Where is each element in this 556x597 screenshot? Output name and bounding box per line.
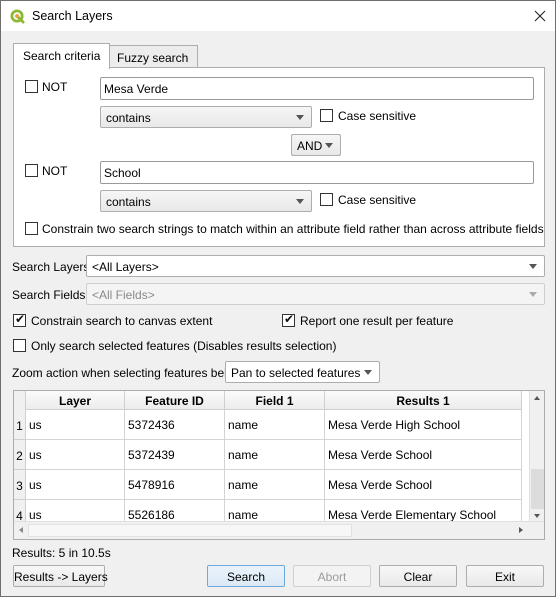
search-layers-value: <All Layers>: [92, 260, 159, 274]
results-table: Layer Feature ID Field 1 Results 1 1 us …: [13, 390, 545, 540]
clear-button[interactable]: Clear: [379, 565, 457, 587]
cell-result: Mesa Verde High School: [325, 410, 522, 440]
scroll-right-icon[interactable]: [519, 527, 523, 533]
column-header-results[interactable]: Results 1: [325, 391, 522, 410]
tab-search-criteria[interactable]: Search criteria: [13, 43, 111, 69]
search-criteria-panel: NOT Mesa Verde contains Case sensitive A…: [13, 67, 545, 247]
cell-feature-id: 5372436: [125, 410, 225, 440]
row-number: 1: [14, 410, 26, 440]
scroll-up-icon[interactable]: [534, 396, 540, 400]
table-header: Layer Feature ID Field 1 Results 1: [14, 391, 522, 410]
exit-button[interactable]: Exit: [466, 565, 544, 587]
not-label-2: NOT: [42, 164, 68, 178]
search-fields-select[interactable]: <All Fields>: [86, 283, 545, 305]
title-bar: Search Layers: [1, 1, 555, 31]
close-icon: [534, 10, 546, 22]
vertical-scrollbar[interactable]: [529, 391, 544, 521]
table-row[interactable]: 2 us 5372439 name Mesa Verde School: [14, 440, 522, 470]
search-button[interactable]: Search: [207, 565, 285, 587]
zoom-action-select[interactable]: Pan to selected features: [225, 361, 380, 383]
row-number: 2: [14, 440, 26, 470]
one-result-label: Report one result per feature: [300, 314, 454, 328]
cell-result: Mesa Verde School: [325, 470, 522, 500]
cell-layer: us: [26, 440, 125, 470]
selected-only-checkbox[interactable]: [13, 339, 26, 352]
selected-only-label: Only search selected features (Disables …: [31, 339, 337, 353]
close-button[interactable]: [525, 1, 555, 31]
search-string-2-input[interactable]: School: [100, 161, 534, 184]
not-label-1: NOT: [42, 80, 68, 94]
cell-feature-id: 5478916: [125, 470, 225, 500]
match-mode-2-select[interactable]: contains: [100, 190, 312, 212]
canvas-extent-checkbox[interactable]: [13, 312, 26, 327]
match-mode-1-value: contains: [106, 111, 151, 125]
one-result-checkbox[interactable]: [282, 312, 295, 327]
chevron-down-icon: [296, 199, 304, 204]
constrain-two-strings-label: Constrain two search strings to match wi…: [42, 222, 544, 236]
cell-layer: us: [26, 470, 125, 500]
cell-field: name: [225, 470, 325, 500]
search-layers-label: Search Layers: [12, 260, 90, 274]
tab-fuzzy-search[interactable]: Fuzzy search: [107, 45, 199, 68]
qgis-logo-icon: [10, 9, 25, 24]
results-to-layers-button[interactable]: Results -> Layers: [13, 565, 108, 587]
operator-value: AND: [297, 139, 323, 153]
chevron-down-icon: [529, 292, 537, 297]
vertical-scroll-thumb[interactable]: [531, 469, 544, 509]
corner-cell: [14, 391, 26, 410]
cell-field: name: [225, 440, 325, 470]
window-title: Search Layers: [32, 9, 113, 23]
cell-layer: us: [26, 410, 125, 440]
cell-feature-id: 5372439: [125, 440, 225, 470]
case-sensitive-label-2: Case sensitive: [338, 193, 417, 207]
results-status: Results: 5 in 10.5s: [12, 546, 111, 560]
search-fields-value: <All Fields>: [92, 288, 155, 302]
case-sensitive-checkbox-2[interactable]: [320, 193, 333, 206]
search-layers-dialog: Search Layers Search criteria Fuzzy sear…: [0, 0, 556, 597]
chevron-down-icon: [364, 370, 372, 375]
scroll-down-icon[interactable]: [534, 514, 540, 518]
horizontal-scroll-thumb[interactable]: [28, 524, 352, 537]
not-checkbox-2[interactable]: [25, 164, 38, 177]
search-fields-label: Search Fields: [12, 288, 86, 302]
abort-button[interactable]: Abort: [293, 565, 371, 587]
match-mode-1-select[interactable]: contains: [100, 106, 312, 128]
chevron-down-icon: [296, 115, 304, 120]
chevron-down-icon: [325, 143, 333, 148]
tab-label: Search criteria: [23, 49, 101, 63]
table-row[interactable]: 3 us 5478916 name Mesa Verde School: [14, 470, 522, 500]
constrain-two-strings-checkbox[interactable]: [25, 222, 38, 235]
canvas-extent-label: Constrain search to canvas extent: [31, 314, 213, 328]
search-string-1-input[interactable]: Mesa Verde: [100, 77, 534, 100]
column-header-field[interactable]: Field 1: [225, 391, 325, 410]
horizontal-scrollbar[interactable]: [14, 521, 544, 539]
match-mode-2-value: contains: [106, 195, 151, 209]
scroll-left-icon[interactable]: [19, 527, 23, 533]
row-number: 3: [14, 470, 26, 500]
column-header-feature-id[interactable]: Feature ID: [125, 391, 225, 410]
cell-field: name: [225, 410, 325, 440]
cell-result: Mesa Verde School: [325, 440, 522, 470]
zoom-action-value: Pan to selected features: [231, 366, 361, 380]
tab-label: Fuzzy search: [117, 51, 189, 65]
search-layers-select[interactable]: <All Layers>: [86, 255, 545, 277]
table-row[interactable]: 1 us 5372436 name Mesa Verde High School: [14, 410, 522, 440]
case-sensitive-checkbox-1[interactable]: [320, 109, 333, 122]
zoom-action-label: Zoom action when selecting features belo…: [12, 366, 243, 380]
case-sensitive-label-1: Case sensitive: [338, 109, 417, 123]
column-header-layer[interactable]: Layer: [26, 391, 125, 410]
chevron-down-icon: [529, 264, 537, 269]
operator-select[interactable]: AND: [291, 134, 341, 156]
not-checkbox-1[interactable]: [25, 80, 38, 93]
